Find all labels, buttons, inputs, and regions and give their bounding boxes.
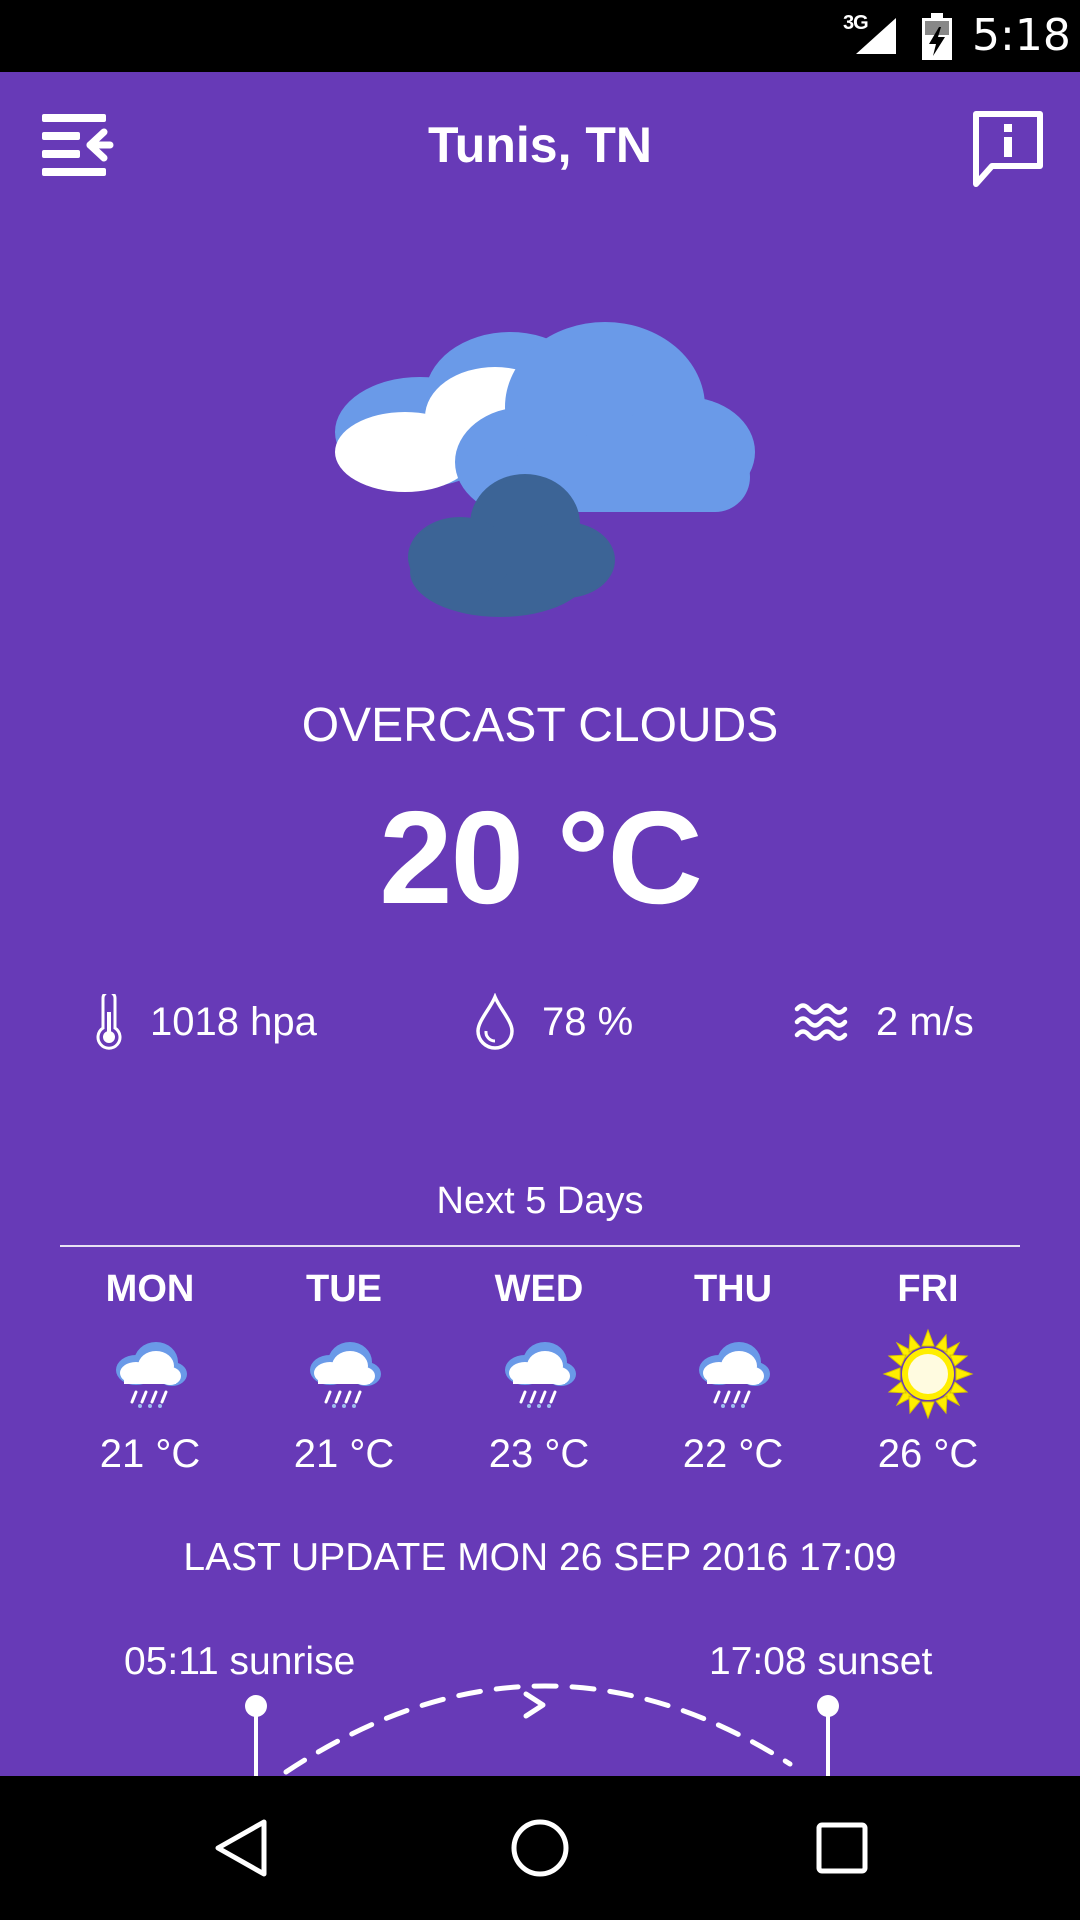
recents-icon[interactable] [810, 1816, 874, 1880]
battery-charging-icon [922, 13, 952, 60]
sun-icon [882, 1328, 974, 1420]
weather-condition: OVERCAST CLOUDS [301, 699, 779, 752]
navigation-bar [0, 1776, 1080, 1920]
forecast-day-tue[interactable]: TUE 21 °C [249, 1268, 439, 1477]
forecast-divider [60, 1245, 1020, 1247]
status-clock: 5:18 [972, 10, 1071, 61]
status-bar: 3G 5:18 [0, 0, 1080, 72]
home-icon[interactable] [508, 1816, 572, 1880]
forecast-day-thu[interactable]: THU 22 °C [638, 1268, 828, 1477]
last-update-text: LAST UPDATE MON 26 SEP 2016 17:09 [183, 1536, 897, 1579]
humidity-metric: 78 % [474, 982, 633, 1062]
rain-cloud-icon [505, 1342, 576, 1408]
current-temperature: 20 °C [379, 784, 703, 931]
forecast-day-temp: 22 °C [682, 1432, 784, 1476]
rain-cloud-icon [699, 1342, 770, 1408]
rain-cloud-icon [116, 1342, 187, 1408]
signal-icon [856, 18, 896, 54]
forecast-day-fri[interactable]: FRI 26 °C [833, 1268, 1023, 1477]
forecast-day-temp: 26 °C [877, 1432, 979, 1476]
forecast-day-name: WED [494, 1268, 584, 1310]
forecast-day-name: FRI [897, 1268, 959, 1310]
forecast-day-name: MON [105, 1268, 195, 1310]
wind-metric: 2 m/s [794, 982, 974, 1062]
info-button[interactable] [970, 110, 1046, 190]
forecast-label: Next 5 Days [436, 1180, 644, 1222]
droplet-icon [476, 993, 514, 1050]
wind-value: 2 m/s [876, 999, 974, 1044]
pressure-value: 1018 hpa [150, 999, 317, 1044]
pressure-metric: 1018 hpa [94, 982, 317, 1062]
back-icon[interactable] [210, 1816, 274, 1880]
forecast-day-name: TUE [306, 1268, 382, 1310]
forecast-day-temp: 21 °C [293, 1432, 395, 1476]
wind-waves-icon [794, 1003, 848, 1041]
forecast-day-mon[interactable]: MON 21 °C [55, 1268, 245, 1477]
info-message-icon [973, 111, 1043, 187]
forecast-day-temp: 21 °C [99, 1432, 201, 1476]
thermometer-icon [96, 994, 122, 1050]
forecast-day-wed[interactable]: WED 23 °C [444, 1268, 634, 1477]
city-title: Tunis, TN [427, 117, 653, 173]
forecast-day-temp: 23 °C [488, 1432, 590, 1476]
sun-path-arc [245, 1683, 839, 1776]
rain-cloud-icon [310, 1342, 381, 1408]
overcast-clouds-icon [335, 322, 755, 617]
humidity-value: 78 % [542, 999, 634, 1044]
forecast-day-name: THU [693, 1268, 773, 1310]
weather-screen: Tunis, TN OVERCAST CLOUDS 20 °C 1018 hpa… [0, 72, 1080, 1776]
